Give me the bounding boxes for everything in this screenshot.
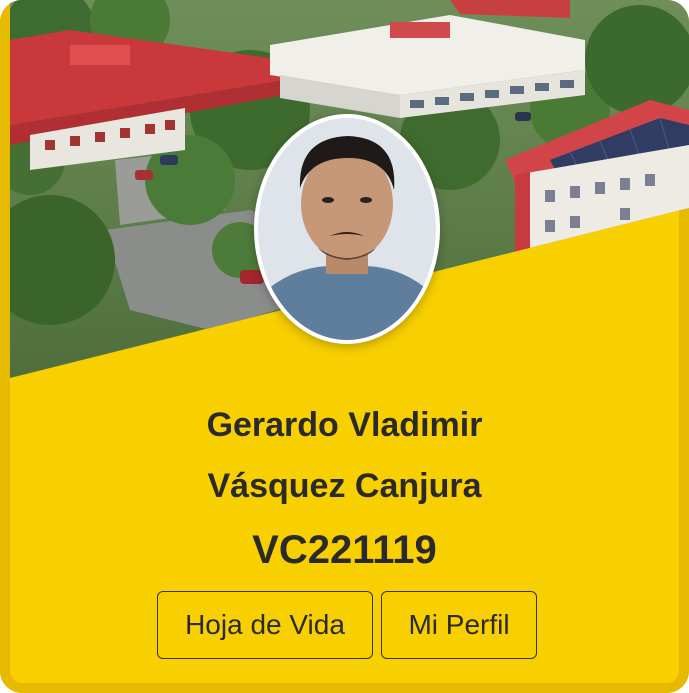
student-profile-card: Gerardo Vladimir Vásquez Canjura VC22111… bbox=[0, 0, 689, 693]
my-profile-button[interactable]: Mi Perfil bbox=[381, 591, 537, 659]
student-last-name: Vásquez Canjura bbox=[207, 467, 482, 505]
student-first-name: Gerardo Vladimir bbox=[206, 406, 483, 444]
cv-button[interactable]: Hoja de Vida bbox=[157, 591, 373, 659]
profile-photo bbox=[254, 114, 440, 344]
student-id: VC221119 bbox=[252, 528, 437, 572]
